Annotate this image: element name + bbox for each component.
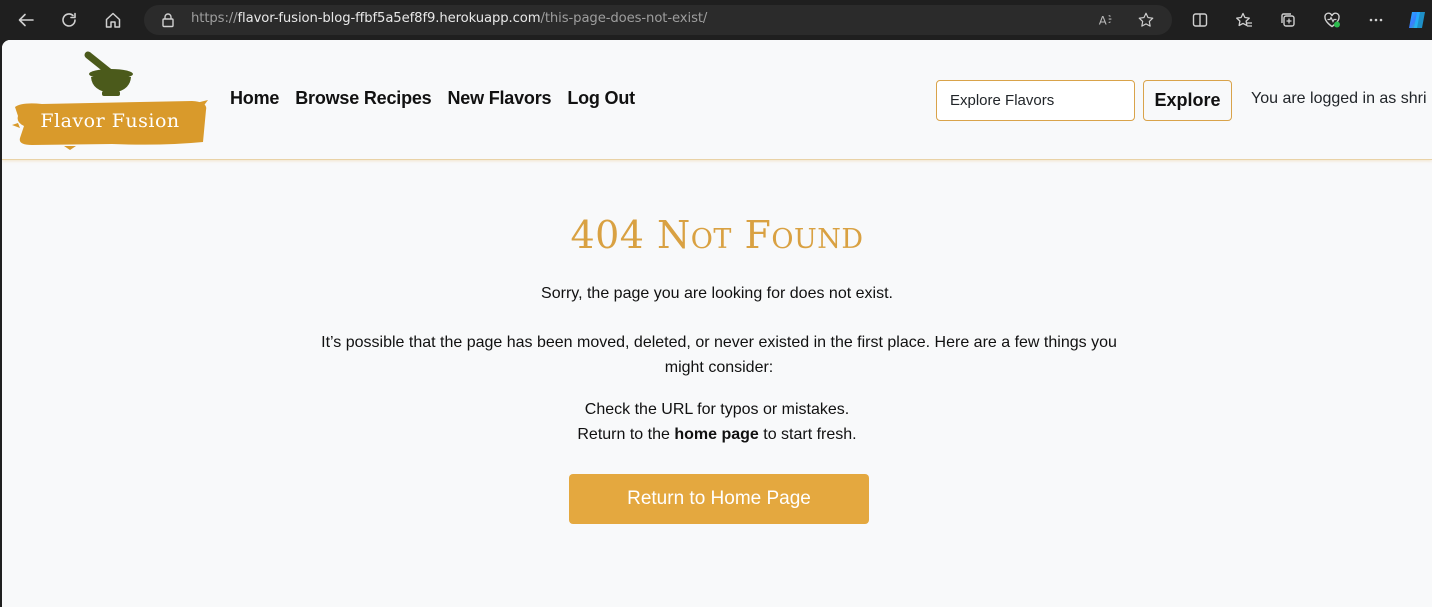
nav-link-home[interactable]: Home [230,88,279,109]
refresh-icon[interactable] [55,6,83,34]
not-found-message: Sorry, the page you are looking for does… [541,285,893,302]
site-logo[interactable]: Flavor Fusion [12,50,208,150]
svg-text:A: A [1099,14,1107,28]
url-text[interactable]: https://flavor-fusion-blog-ffbf5a5ef8f9.… [191,11,707,26]
explore-button[interactable]: Explore [1143,80,1232,121]
favorites-icon[interactable] [1230,6,1258,34]
split-screen-icon[interactable] [1186,6,1214,34]
login-status: You are logged in as shri [1251,90,1427,107]
not-found-explanation: It’s possible that the page has been mov… [321,334,1117,376]
address-bar[interactable]: https://flavor-fusion-blog-ffbf5a5ef8f9.… [144,5,1172,35]
url-scheme: https:// [191,11,238,26]
url-path: /this-page-does-not-exist/ [540,11,708,26]
read-aloud-icon[interactable]: A [1096,10,1116,30]
nav-link-browse-recipes[interactable]: Browse Recipes [295,88,431,109]
copilot-icon[interactable] [1403,6,1431,34]
site-navbar: Flavor Fusion Home Browse Recipes New Fl… [2,40,1432,160]
tip-return-prefix: Return to the [577,426,670,443]
page-viewport: Flavor Fusion Home Browse Recipes New Fl… [2,40,1432,607]
back-icon[interactable] [12,6,40,34]
more-icon[interactable] [1362,6,1390,34]
search-input[interactable]: Explore Flavors [936,80,1135,121]
brand-name: Flavor Fusion [40,110,180,132]
home-icon[interactable] [99,6,127,34]
browser-toolbar: https://flavor-fusion-blog-ffbf5a5ef8f9.… [0,0,1432,40]
browser-essentials-icon[interactable] [1318,6,1346,34]
home-page-link[interactable]: home page [674,426,758,443]
return-home-button[interactable]: Return to Home Page [569,474,869,524]
page-title: 404 Not Found [570,213,864,257]
url-host: flavor-fusion-blog-ffbf5a5ef8f9.herokuap… [237,11,541,26]
nav-link-new-flavors[interactable]: New Flavors [447,88,551,109]
favorite-star-icon[interactable] [1136,10,1156,30]
nav-link-log-out[interactable]: Log Out [567,88,635,109]
lock-icon[interactable] [160,12,176,28]
main-nav: Home Browse Recipes New Flavors Log Out [230,88,635,109]
mortar-pestle-icon [12,51,208,150]
collections-icon[interactable] [1274,6,1302,34]
tip-check-url: Check the URL for typos or mistakes. [584,401,850,418]
tip-return-suffix: to start fresh. [763,426,857,443]
tip-return-home: Return to the home page to start fresh. [2,422,1432,447]
